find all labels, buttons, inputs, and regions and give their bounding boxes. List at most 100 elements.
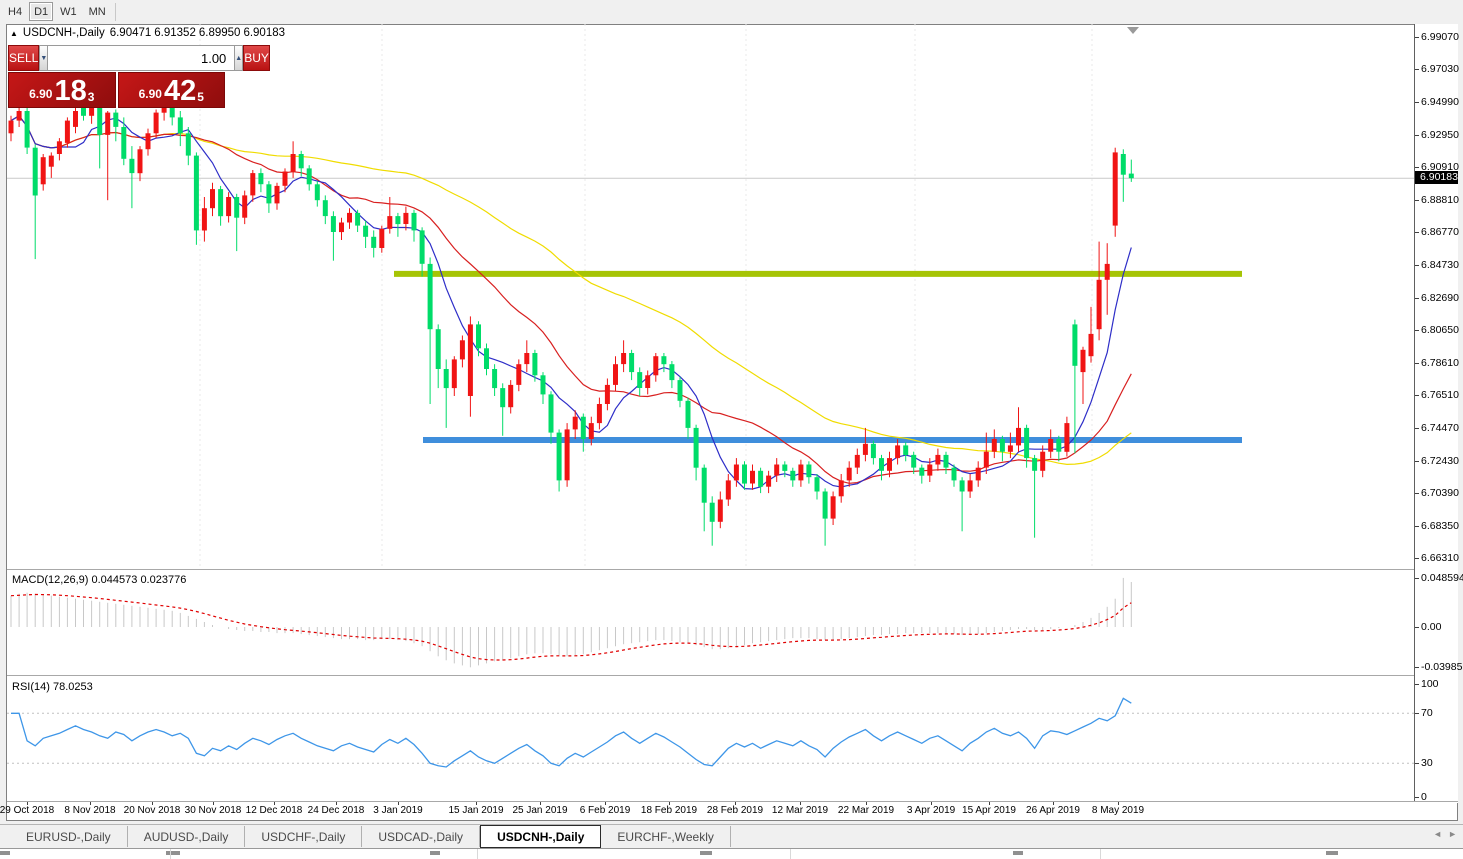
current-price-tag: 6.90183 bbox=[1415, 171, 1458, 184]
price-axis-label: 6.80650 bbox=[1421, 324, 1459, 336]
clipped-content-fragment bbox=[1013, 851, 1023, 855]
date-label: 26 Apr 2019 bbox=[1018, 805, 1088, 816]
date-label: 25 Jan 2019 bbox=[505, 805, 575, 816]
sell-price-button[interactable]: 6.90183 bbox=[8, 72, 116, 108]
date-label: 29 Oct 2018 bbox=[0, 805, 62, 816]
clipped-divider bbox=[1100, 849, 1101, 859]
timeframe-button-d1[interactable]: D1 bbox=[29, 2, 53, 21]
sell-price-pips: 18 bbox=[54, 78, 86, 104]
price-axis-label: 6.88810 bbox=[1421, 194, 1459, 206]
axis-tick bbox=[1415, 684, 1419, 685]
macd-panel-canvas[interactable] bbox=[7, 571, 1414, 675]
price-axis-label: 6.78610 bbox=[1421, 357, 1459, 369]
axis-tick bbox=[1415, 330, 1419, 331]
timeframe-toolbar: H4D1W1MN bbox=[0, 0, 1463, 23]
ohlc-low: 6.89950 bbox=[199, 27, 241, 39]
symbol-period-label: USDCNH-,Daily bbox=[23, 27, 105, 39]
date-label: 24 Dec 2018 bbox=[301, 805, 371, 816]
spinner-down-icon: ▼ bbox=[40, 55, 47, 62]
tab-usdcnh-daily[interactable]: USDCNH-,Daily bbox=[480, 825, 601, 848]
timeframe-button-mn[interactable]: MN bbox=[84, 2, 111, 21]
clipped-content-fragment bbox=[700, 851, 712, 855]
axis-tick bbox=[1415, 627, 1419, 628]
axis-tick bbox=[1415, 265, 1419, 266]
buy-price-button[interactable]: 6.90425 bbox=[118, 72, 226, 108]
rsi-axis-label: 0 bbox=[1421, 791, 1427, 803]
axis-tick bbox=[1415, 667, 1419, 668]
date-label: 8 May 2019 bbox=[1083, 805, 1153, 816]
clipped-divider bbox=[790, 849, 791, 859]
price-axis-label: 6.84730 bbox=[1421, 259, 1459, 271]
clipped-content-fragment bbox=[1326, 851, 1338, 855]
tabs-scroll-left-icon[interactable]: ◄ bbox=[1433, 829, 1442, 839]
timeframe-button-w1[interactable]: W1 bbox=[55, 2, 82, 21]
date-label: 28 Feb 2019 bbox=[700, 805, 770, 816]
rsi-panel-canvas[interactable] bbox=[7, 677, 1414, 801]
price-axis-label: 6.66310 bbox=[1421, 552, 1459, 564]
collapse-quote-panel-icon[interactable]: ▲ bbox=[10, 29, 18, 38]
sell-button[interactable]: SELL bbox=[8, 45, 39, 71]
axis-tick bbox=[1415, 102, 1419, 103]
axis-tick bbox=[1415, 69, 1419, 70]
price-axis-label: 6.94990 bbox=[1421, 96, 1459, 108]
volume-decrease-button[interactable]: ▼ bbox=[39, 45, 48, 71]
spinner-up-icon: ▲ bbox=[235, 55, 242, 62]
sell-price-prefix: 6.90 bbox=[29, 87, 52, 101]
date-label: 8 Nov 2018 bbox=[55, 805, 125, 816]
date-label: 3 Jan 2019 bbox=[363, 805, 433, 816]
axis-tick bbox=[1415, 167, 1419, 168]
volume-increase-button[interactable]: ▲ bbox=[234, 45, 243, 71]
axis-tick bbox=[1415, 135, 1419, 136]
buy-button[interactable]: BUY bbox=[243, 45, 270, 71]
axis-tick bbox=[1415, 37, 1419, 38]
axis-tick bbox=[1415, 558, 1419, 559]
axis-tick bbox=[1415, 461, 1419, 462]
price-axis-label: 6.70390 bbox=[1421, 487, 1459, 499]
tab-usdcad-daily[interactable]: USDCAD-,Daily bbox=[362, 826, 480, 847]
axis-tick bbox=[1415, 232, 1419, 233]
axis-tick bbox=[1415, 363, 1419, 364]
date-label: 22 Mar 2019 bbox=[831, 805, 901, 816]
date-label: 12 Mar 2019 bbox=[765, 805, 835, 816]
date-label: 12 Dec 2018 bbox=[239, 805, 309, 816]
axis-tick bbox=[1415, 578, 1419, 579]
buy-price-prefix: 6.90 bbox=[139, 87, 162, 101]
axis-tick bbox=[1415, 763, 1419, 764]
sell-price-point: 3 bbox=[88, 90, 95, 104]
rsi-axis-label: 70 bbox=[1421, 707, 1433, 719]
clipped-divider bbox=[477, 849, 478, 859]
chart-tab-bar: EURUSD-,DailyAUDUSD-,DailyUSDCHF-,DailyU… bbox=[0, 824, 1463, 848]
price-axis-label: 6.97030 bbox=[1421, 63, 1459, 75]
date-label: 15 Apr 2019 bbox=[954, 805, 1024, 816]
tab-eurusd-daily[interactable]: EURUSD-,Daily bbox=[10, 826, 128, 847]
price-axis-label: 6.68350 bbox=[1421, 520, 1459, 532]
tab-eurchf-weekly[interactable]: EURCHF-,Weekly bbox=[601, 826, 730, 847]
price-axis-label: 6.82690 bbox=[1421, 292, 1459, 304]
macd-axis-label: -0.039856 bbox=[1421, 661, 1463, 673]
buy-price-pips: 42 bbox=[164, 78, 196, 104]
price-axis-label: 6.86770 bbox=[1421, 226, 1459, 238]
ohlc-high: 6.91352 bbox=[154, 27, 196, 39]
date-label: 20 Nov 2018 bbox=[117, 805, 187, 816]
axis-tick bbox=[1415, 526, 1419, 527]
timeframe-button-h4[interactable]: H4 bbox=[3, 2, 27, 21]
price-axis-label: 6.99070 bbox=[1421, 31, 1459, 43]
rsi-axis-label: 100 bbox=[1421, 678, 1439, 690]
ohlc-open: 6.90471 bbox=[110, 27, 152, 39]
axis-tick bbox=[1415, 395, 1419, 396]
tab-audusd-daily[interactable]: AUDUSD-,Daily bbox=[128, 826, 246, 847]
rsi-label: RSI(14) 78.0253 bbox=[12, 681, 93, 693]
date-label: 18 Feb 2019 bbox=[634, 805, 704, 816]
price-axis-label: 6.74470 bbox=[1421, 422, 1459, 434]
price-axis-label: 6.92950 bbox=[1421, 129, 1459, 141]
volume-input[interactable] bbox=[48, 45, 234, 71]
clipped-content-fragment bbox=[0, 851, 10, 855]
chart-title: ▲ USDCNH-,Daily 6.90471 6.91352 6.89950 … bbox=[10, 27, 285, 39]
axis-tick bbox=[1415, 797, 1419, 798]
axis-tick bbox=[1415, 713, 1419, 714]
toolbar-separator bbox=[115, 3, 116, 21]
axis-tick bbox=[1415, 298, 1419, 299]
tabs-scroll-right-icon[interactable]: ► bbox=[1448, 829, 1457, 839]
tab-usdchf-daily[interactable]: USDCHF-,Daily bbox=[245, 826, 362, 847]
date-label: 30 Nov 2018 bbox=[178, 805, 248, 816]
